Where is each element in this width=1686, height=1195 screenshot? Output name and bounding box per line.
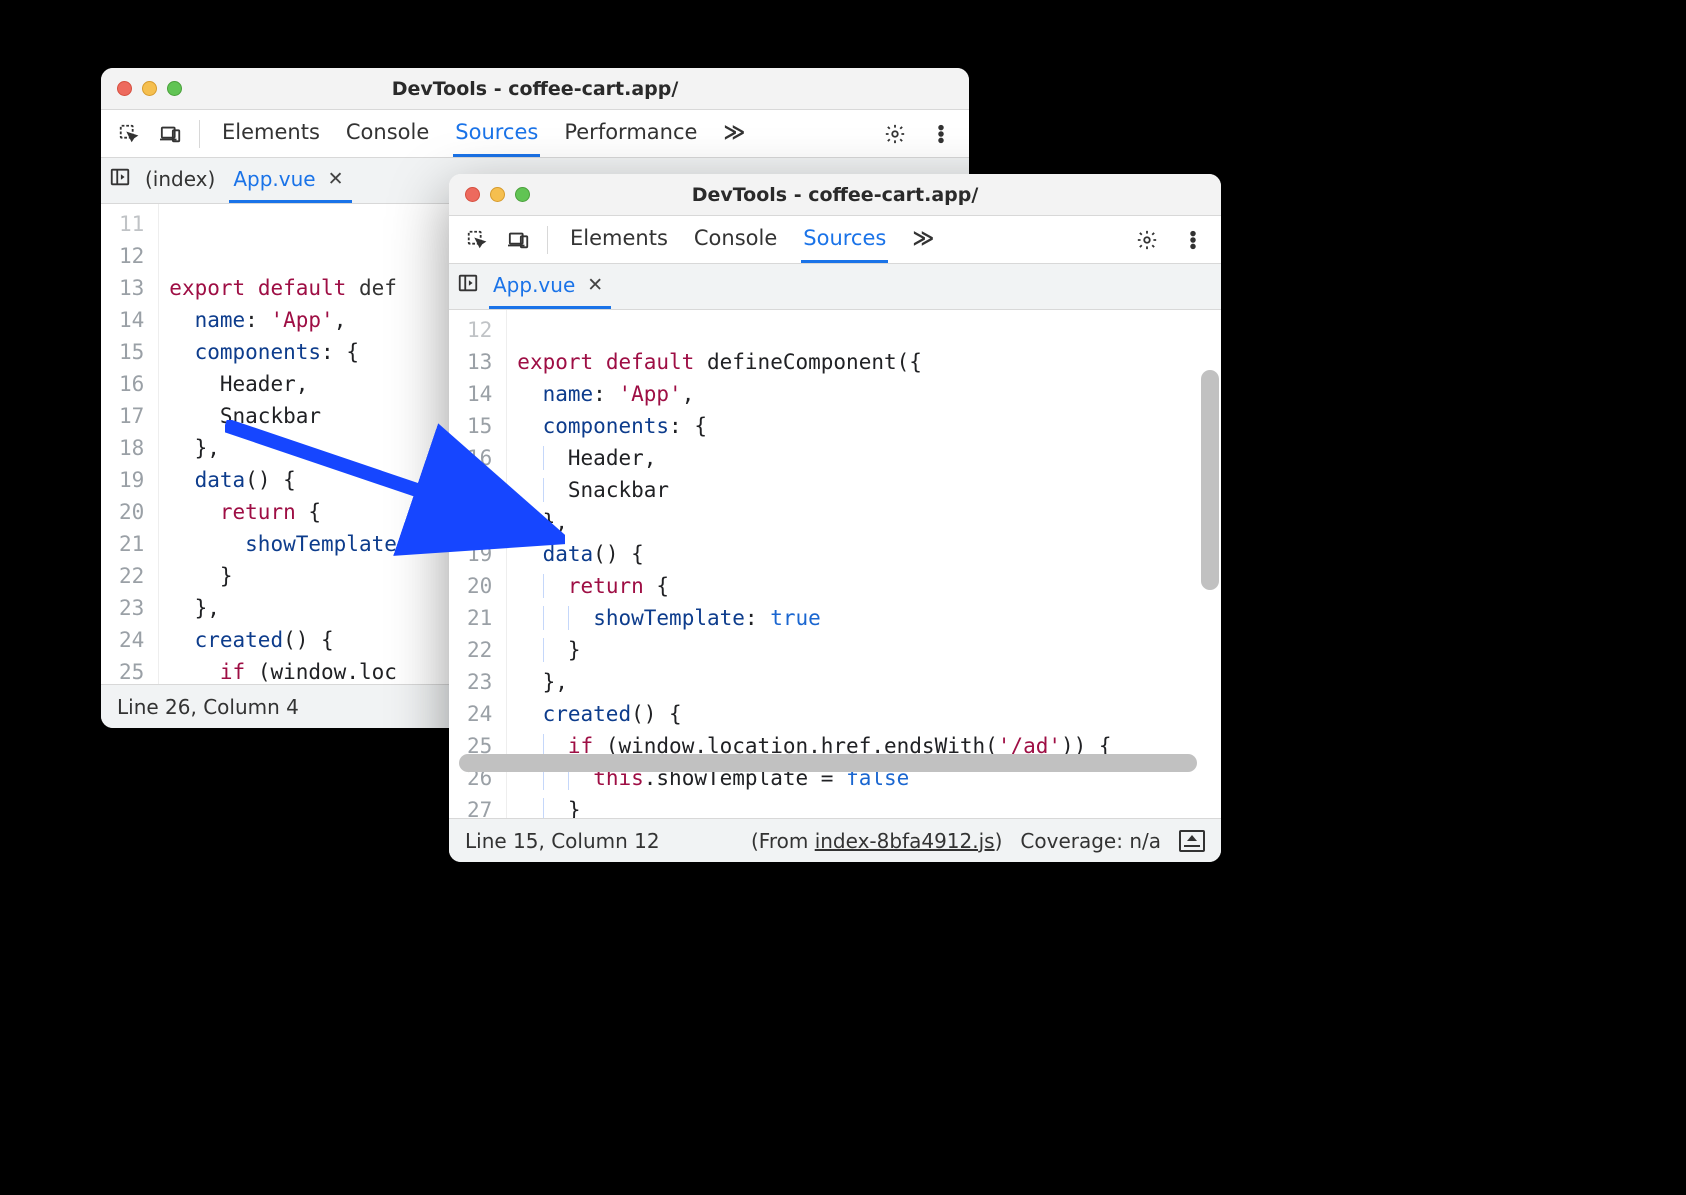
titlebar[interactable]: DevTools - coffee-cart.app/ [101,68,969,110]
tab-elements[interactable]: Elements [568,216,670,263]
maximize-icon[interactable] [515,187,530,202]
status-bar: Line 15, Column 12 (From index-8bfa4912.… [449,818,1221,862]
device-toggle-icon[interactable] [501,223,537,257]
gear-icon[interactable] [1129,223,1165,257]
drawer-toggle-icon[interactable] [1179,830,1205,852]
tab-console[interactable]: Console [692,216,779,263]
code-content[interactable]: export default def name: 'App', componen… [159,204,407,684]
file-tab-index[interactable]: (index) [141,158,219,203]
inspect-icon[interactable] [111,117,147,151]
minimize-icon[interactable] [142,81,157,96]
panel-tabs: Elements Console Sources ≫ [568,216,1123,263]
file-tab-label: App.vue [493,273,575,297]
main-toolbar: Elements Console Sources Performance ≫ [101,110,969,158]
line-numbers: 111213141516171819202122232425262728 [101,204,159,684]
traffic-lights [465,187,530,202]
code-content[interactable]: export default defineComponent({ name: '… [507,310,1121,818]
file-tab-label: (index) [145,167,215,191]
vertical-scrollbar[interactable] [1201,370,1219,590]
horizontal-scrollbar[interactable] [459,754,1197,772]
show-navigator-icon[interactable] [109,166,131,192]
gear-icon[interactable] [877,117,913,151]
more-icon[interactable] [1175,223,1211,257]
devtools-window-2: DevTools - coffee-cart.app/ Elements Con… [449,174,1221,862]
device-toggle-icon[interactable] [153,117,189,151]
minimize-icon[interactable] [490,187,505,202]
window-title: DevTools - coffee-cart.app/ [449,184,1221,206]
cursor-position: Line 15, Column 12 [465,829,660,853]
traffic-lights [117,81,182,96]
main-toolbar: Elements Console Sources ≫ [449,216,1221,264]
maximize-icon[interactable] [167,81,182,96]
window-title: DevTools - coffee-cart.app/ [101,78,969,100]
line-numbers: 1213141516171819202122232425262728 [449,310,507,818]
tab-overflow[interactable]: ≫ [910,216,936,263]
code-editor[interactable]: 1213141516171819202122232425262728 expor… [449,310,1221,818]
tab-elements[interactable]: Elements [220,110,322,157]
file-tab-appvue[interactable]: App.vue ✕ [229,158,351,203]
close-icon[interactable] [117,81,132,96]
tab-sources[interactable]: Sources [453,110,540,157]
tab-overflow[interactable]: ≫ [721,110,747,157]
more-icon[interactable] [923,117,959,151]
tab-console[interactable]: Console [344,110,431,157]
file-tab-bar: App.vue ✕ [449,264,1221,310]
file-tab-appvue[interactable]: App.vue ✕ [489,264,611,309]
tab-performance[interactable]: Performance [562,110,699,157]
sourcemap-link[interactable]: index-8bfa4912.js [815,829,995,853]
titlebar[interactable]: DevTools - coffee-cart.app/ [449,174,1221,216]
close-tab-icon[interactable]: ✕ [324,166,348,192]
inspect-icon[interactable] [459,223,495,257]
tab-sources[interactable]: Sources [801,216,888,263]
panel-tabs: Elements Console Sources Performance ≫ [220,110,871,157]
coverage-status: Coverage: n/a [1020,829,1161,853]
source-from: (From index-8bfa4912.js) [751,829,1002,853]
close-tab-icon[interactable]: ✕ [583,272,607,298]
file-tab-label: App.vue [233,167,315,191]
show-navigator-icon[interactable] [457,272,479,298]
close-icon[interactable] [465,187,480,202]
cursor-position: Line 26, Column 4 [117,695,299,719]
